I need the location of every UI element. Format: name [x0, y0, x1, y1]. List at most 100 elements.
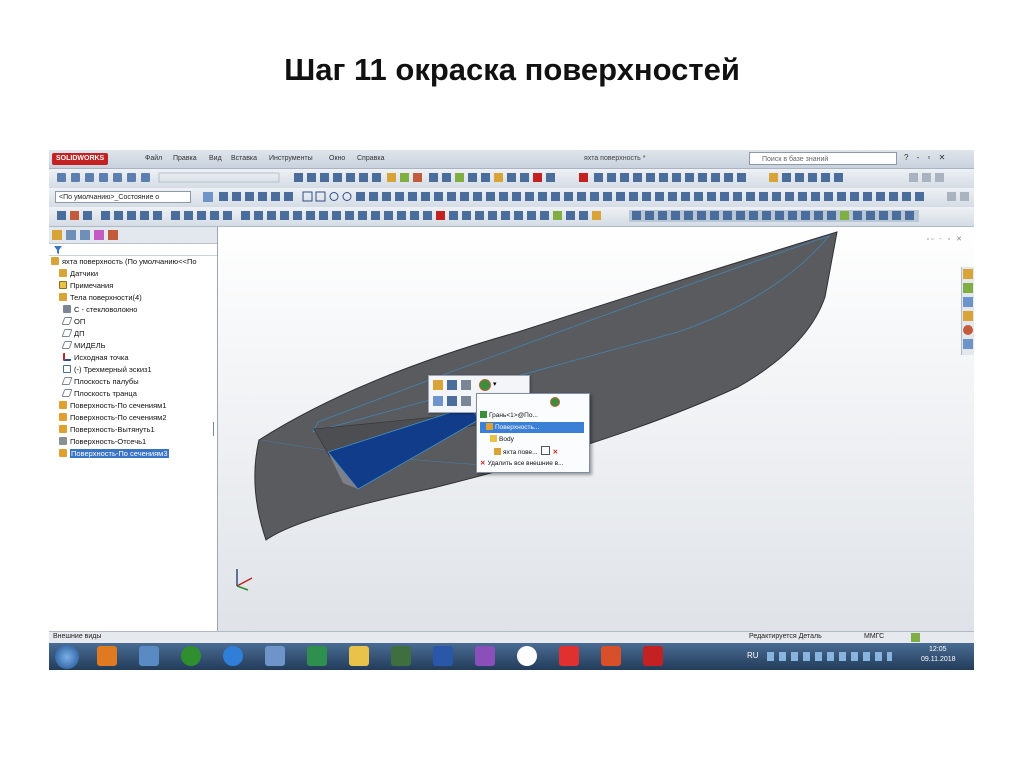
features-toolbar-icons[interactable]	[49, 207, 969, 226]
plane-icon	[61, 329, 73, 337]
tree-root[interactable]: яхта поверхность (По умолчанию<<По	[51, 256, 197, 267]
menu-item-body[interactable]: Body	[480, 434, 514, 445]
tree-filter[interactable]	[49, 244, 217, 256]
tab-feature-manager[interactable]	[52, 230, 62, 240]
menu-insert[interactable]: Вставка	[231, 155, 257, 162]
window-controls[interactable]: ? - ▫ ✕	[904, 153, 948, 162]
tab-display-manager[interactable]	[108, 230, 118, 240]
tree-item-loft-2[interactable]: Поверхность-По сечениям2	[59, 412, 167, 423]
tree-item-3d-sketch[interactable]: (-) Трехмерный эскиз1	[63, 364, 152, 375]
surface-trim-icon	[59, 437, 67, 445]
app-green-icon[interactable]	[181, 646, 201, 666]
excel-icon[interactable]	[307, 646, 327, 666]
start-button[interactable]	[55, 645, 79, 669]
status-mode: Редактируется Деталь	[749, 633, 822, 640]
color-swatch-icon[interactable]	[540, 446, 550, 455]
clock-date[interactable]: 09.11.2018	[921, 656, 956, 663]
edit-feature-icon[interactable]	[433, 380, 443, 390]
tree-item-extrude-1[interactable]: Поверхность-Вытянуть1	[59, 424, 155, 435]
task-pane-explorer-icon[interactable]	[963, 311, 973, 321]
triad-axis-icon	[236, 569, 253, 591]
tree-item-plane-dp[interactable]: ДП	[61, 328, 84, 339]
delete-icon[interactable]: ✕	[553, 449, 558, 456]
remove-icon: ✕	[480, 460, 486, 467]
app-icon[interactable]	[139, 646, 159, 666]
toolbar-sketch: <По умолчанию>_Состояние о	[49, 188, 974, 208]
tree-item-plane-midship[interactable]: МИДЕЛЬ	[61, 340, 106, 351]
viewport-controls[interactable]: ▫▫ - ▫ ✕	[927, 235, 964, 243]
menu-window[interactable]: Окно	[329, 155, 345, 162]
menu-help[interactable]: Справка	[357, 155, 384, 162]
sketch-toolbar-icons[interactable]	[199, 188, 974, 207]
menu-item-remove-all-appearances[interactable]: ✕ Удалить все внешние в...	[480, 458, 564, 469]
search-input[interactable]: Поиск в базе знаний	[749, 152, 897, 165]
media-player-icon[interactable]	[97, 646, 117, 666]
menu-item-surface[interactable]: Поверхность...	[480, 422, 584, 433]
app-purple-icon[interactable]	[475, 646, 495, 666]
plane-icon	[61, 341, 73, 349]
tree-item-deck-plane[interactable]: Плоскость палубы	[61, 376, 139, 387]
menu-item-face[interactable]: Грань<1>@По...	[480, 410, 584, 421]
part-icon	[51, 257, 59, 265]
solidworks-taskbar-icon[interactable]	[643, 646, 663, 666]
plane-icon	[61, 317, 73, 325]
menu-edit[interactable]: Правка	[173, 155, 197, 162]
sort-icon[interactable]	[447, 380, 457, 390]
sketch-icon[interactable]	[447, 396, 457, 406]
rollback-icon[interactable]	[461, 380, 471, 390]
tree-item-loft-1[interactable]: Поверхность-По сечениям1	[59, 400, 167, 411]
tree-item-loft-3[interactable]: Поверхность-По сечениям3	[59, 448, 169, 459]
filter-icon	[54, 246, 62, 254]
task-pane-tabs[interactable]	[961, 267, 974, 355]
tray-icons[interactable]	[767, 652, 892, 661]
appearance-context-menu: Грань<1>@По... Поверхность... Body яхта …	[476, 393, 590, 473]
menu-file[interactable]: Файл	[145, 155, 162, 162]
tab-configuration-manager[interactable]	[80, 230, 90, 240]
menu-tools[interactable]: Инструменты	[269, 155, 313, 162]
origin-icon	[63, 353, 71, 361]
task-pane-resources-icon[interactable]	[963, 283, 973, 293]
tab-property-manager[interactable]	[66, 230, 76, 240]
part-icon	[494, 448, 501, 455]
internet-explorer-icon[interactable]	[223, 646, 243, 666]
standard-toolbar-icons[interactable]	[49, 169, 969, 188]
word-icon[interactable]	[433, 646, 453, 666]
menu-view[interactable]: Вид	[209, 155, 222, 162]
yacht-hull-model[interactable]	[218, 227, 974, 631]
configuration-dropdown[interactable]: <По умолчанию>_Состояние о	[55, 191, 191, 203]
task-pane-library-icon[interactable]	[963, 297, 973, 307]
appearance-icon[interactable]	[479, 379, 491, 391]
sensors-icon	[59, 269, 67, 277]
app-board-icon[interactable]	[391, 646, 411, 666]
task-pane-home-icon[interactable]	[963, 269, 973, 279]
surface-feature-icon	[486, 423, 493, 430]
surface-extrude-icon	[59, 425, 67, 433]
powerpoint-icon[interactable]	[601, 646, 621, 666]
chevron-down-icon[interactable]: ▾	[493, 380, 497, 388]
help-icon[interactable]	[911, 633, 920, 642]
hide-icon[interactable]	[461, 396, 471, 406]
status-units[interactable]: ММГС	[864, 633, 884, 640]
tree-item-plane-op[interactable]: ОП	[61, 316, 85, 327]
language-indicator[interactable]: RU	[747, 651, 759, 660]
clock-time[interactable]: 12:05	[929, 646, 947, 653]
tab-dimxpert-manager[interactable]	[94, 230, 104, 240]
tree-item-annotations[interactable]: Примечания	[59, 280, 113, 291]
tree-item-surface-bodies[interactable]: Тела поверхности(4)	[59, 292, 142, 303]
file-explorer-icon[interactable]	[349, 646, 369, 666]
task-pane-custom-icon[interactable]	[963, 339, 973, 349]
task-pane-appearance-icon[interactable]	[963, 325, 973, 335]
tree-tabs[interactable]	[49, 227, 217, 244]
graphics-viewport[interactable]: ▫▫ - ▫ ✕	[218, 227, 974, 631]
yandex-icon[interactable]	[559, 646, 579, 666]
solidworks-window: SOLIDWORKS Файл Правка Вид Вставка Инстр…	[49, 150, 974, 670]
menu-item-part[interactable]: яхта пове... ✕	[480, 446, 558, 457]
tree-item-trim-1[interactable]: Поверхность-Отсечь1	[59, 436, 146, 447]
tree-item-transom-plane[interactable]: Плоскость транца	[61, 388, 137, 399]
tree-item-origin[interactable]: Исходная точка	[63, 352, 129, 363]
tree-item-sensors[interactable]: Датчики	[59, 268, 98, 279]
view-normal-icon[interactable]	[433, 396, 443, 406]
sound-icon[interactable]	[265, 646, 285, 666]
yandex-browser-icon[interactable]	[517, 646, 537, 666]
tree-item-material[interactable]: С - стекловолокно	[63, 304, 137, 315]
